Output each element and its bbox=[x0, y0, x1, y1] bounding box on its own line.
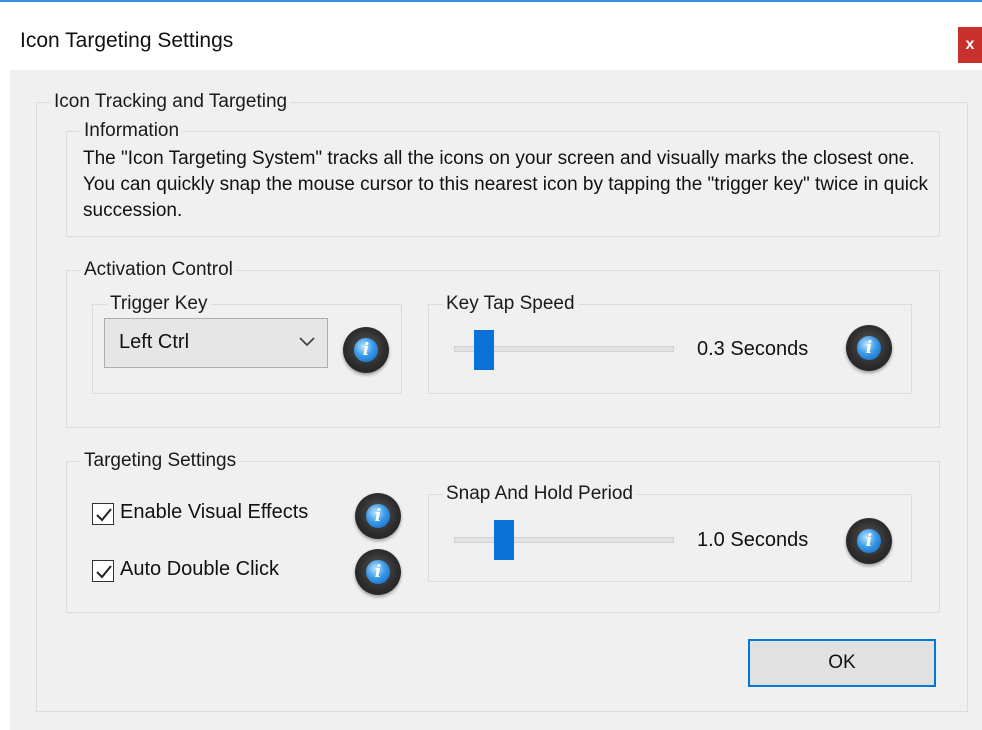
visual-effects-info-icon[interactable]: i bbox=[355, 493, 401, 539]
close-button[interactable]: x bbox=[958, 27, 982, 63]
title-bar[interactable]: Icon Targeting Settings x bbox=[0, 2, 982, 70]
group-activation-label: Activation Control bbox=[81, 258, 236, 282]
trigger-key-info-icon[interactable]: i bbox=[343, 327, 389, 373]
trigger-key-value: Left Ctrl bbox=[119, 331, 190, 353]
snap-hold-thumb[interactable] bbox=[494, 520, 514, 560]
info-glyph: i bbox=[366, 560, 390, 584]
group-information-label: Information bbox=[81, 119, 183, 143]
chevron-down-icon bbox=[299, 337, 315, 347]
trigger-key-dropdown[interactable]: Left Ctrl bbox=[104, 318, 328, 368]
info-glyph: i bbox=[857, 529, 881, 553]
info-glyph: i bbox=[354, 338, 378, 362]
checkmark-icon bbox=[96, 508, 112, 522]
checkmark-icon bbox=[96, 565, 112, 579]
settings-window: Icon Targeting Settings x Icon Tracking … bbox=[0, 0, 982, 730]
group-targeting-label: Targeting Settings bbox=[81, 449, 240, 473]
snap-hold-info-icon[interactable]: i bbox=[846, 518, 892, 564]
key-tap-speed-info-icon[interactable]: i bbox=[846, 325, 892, 371]
key-tap-speed-value: 0.3 Seconds bbox=[697, 338, 809, 360]
ok-button[interactable]: OK bbox=[748, 639, 936, 687]
visual-effects-label: Enable Visual Effects bbox=[120, 501, 309, 523]
auto-double-click-checkbox-row[interactable]: Auto Double Click bbox=[92, 556, 332, 586]
info-glyph: i bbox=[857, 336, 881, 360]
group-key-tap-speed-label: Key Tap Speed bbox=[443, 292, 578, 316]
group-snap-hold-label: Snap And Hold Period bbox=[443, 482, 636, 506]
auto-double-click-info-icon[interactable]: i bbox=[355, 549, 401, 595]
information-text: The "Icon Targeting System" tracks all t… bbox=[83, 148, 929, 221]
window-title: Icon Targeting Settings bbox=[20, 29, 234, 52]
auto-double-click-label: Auto Double Click bbox=[120, 558, 279, 580]
snap-hold-track[interactable] bbox=[454, 537, 674, 543]
group-information: Information The "Icon Targeting System" … bbox=[66, 119, 940, 237]
visual-effects-checkbox-row[interactable]: Enable Visual Effects bbox=[92, 499, 332, 529]
visual-effects-checkbox[interactable] bbox=[92, 503, 114, 525]
key-tap-speed-thumb[interactable] bbox=[474, 330, 494, 370]
snap-hold-value: 1.0 Seconds bbox=[697, 529, 809, 551]
group-icon-tracking-label: Icon Tracking and Targeting bbox=[51, 90, 291, 114]
group-trigger-key-label: Trigger Key bbox=[107, 292, 211, 316]
info-glyph: i bbox=[366, 504, 390, 528]
auto-double-click-checkbox[interactable] bbox=[92, 560, 114, 582]
